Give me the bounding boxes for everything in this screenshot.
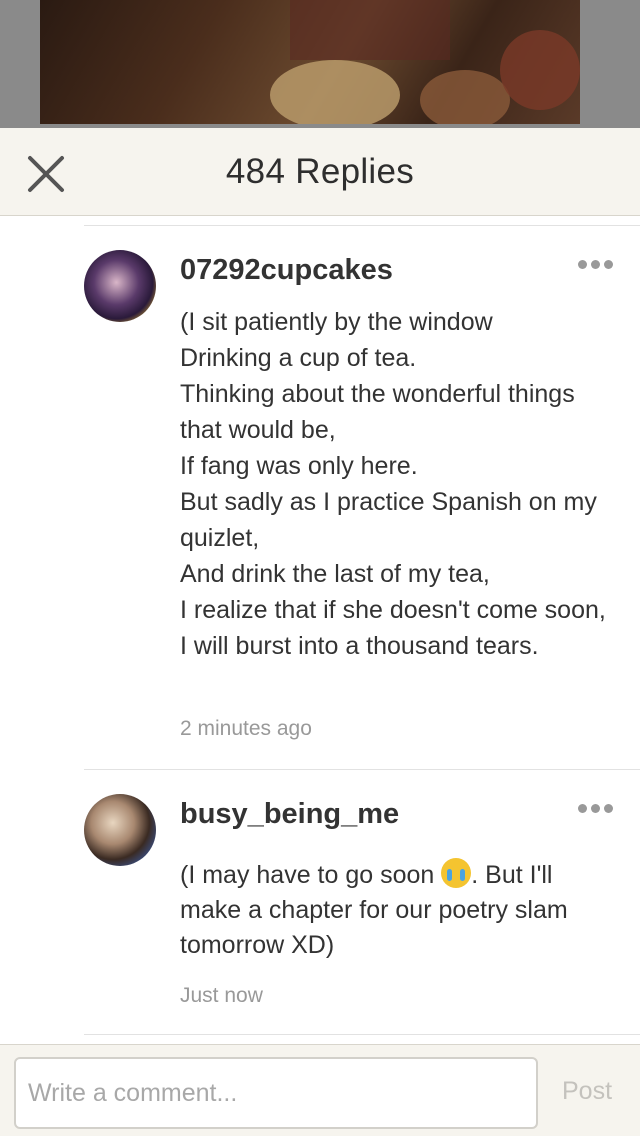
divider xyxy=(84,1034,640,1035)
divider xyxy=(84,225,640,226)
reply-body: (I may have to go soon . But I'll make a… xyxy=(180,858,620,963)
replies-header: 484 Replies xyxy=(0,128,640,216)
replies-list: 07292cupcakes (I sit patiently by the wi… xyxy=(0,216,640,1044)
background-photo-strip xyxy=(0,0,640,128)
reply-username[interactable]: 07292cupcakes xyxy=(180,254,393,287)
post-button[interactable]: Post xyxy=(562,1077,612,1106)
divider xyxy=(84,769,640,770)
reply-body: (I sit patiently by the window Drinking … xyxy=(180,308,606,660)
crying-face-emoji-icon xyxy=(441,858,472,888)
avatar[interactable] xyxy=(84,794,156,866)
more-options-button[interactable] xyxy=(578,256,618,276)
reply-username[interactable]: busy_being_me xyxy=(180,798,399,831)
page-title: 484 Replies xyxy=(225,152,415,191)
more-options-button[interactable] xyxy=(578,800,618,820)
reply-body-part: (I may have to go soon xyxy=(180,861,442,889)
comment-input[interactable] xyxy=(14,1057,538,1129)
reply-timestamp: Just now xyxy=(180,984,263,1007)
story-cover-photo xyxy=(40,0,580,124)
reply-timestamp: 2 minutes ago xyxy=(180,717,312,740)
avatar[interactable] xyxy=(84,250,156,322)
ellipsis-icon xyxy=(578,260,587,269)
comment-bar: Post xyxy=(0,1044,640,1136)
ellipsis-icon xyxy=(578,804,587,813)
replies-screen: 484 Replies 07292cupcakes (I sit patient… xyxy=(0,0,640,1136)
